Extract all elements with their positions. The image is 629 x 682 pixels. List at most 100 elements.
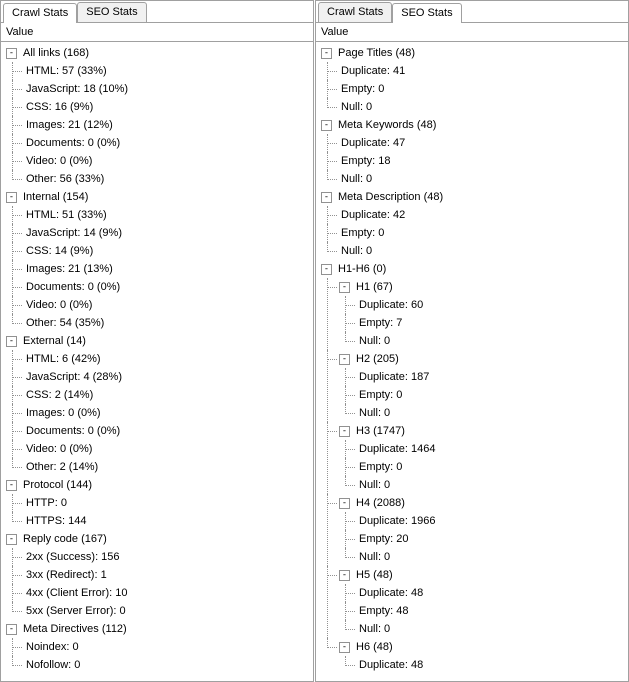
tree-row[interactable]: 2xx (Success): 156 — [24, 548, 313, 566]
tree-row[interactable]: 5xx (Server Error): 0 — [24, 602, 313, 620]
tree-row[interactable]: Null: 0 — [357, 548, 628, 566]
tree-label: Documents: 0 (0%) — [24, 281, 120, 293]
tree-row[interactable]: HTTPS: 144 — [24, 512, 313, 530]
tree-row[interactable]: -Reply code (167) — [6, 530, 313, 548]
tree-row[interactable]: -External (14) — [6, 332, 313, 350]
tree-row[interactable]: CSS: 2 (14%) — [24, 386, 313, 404]
tree-row[interactable]: Empty: 0 — [357, 458, 628, 476]
collapse-icon[interactable]: - — [321, 48, 332, 59]
tree-row[interactable]: Duplicate: 187 — [357, 368, 628, 386]
tree-row[interactable]: Images: 21 (13%) — [24, 260, 313, 278]
collapse-icon[interactable]: - — [339, 426, 350, 437]
collapse-icon[interactable]: - — [321, 264, 332, 275]
collapse-icon[interactable]: - — [6, 624, 17, 635]
tree-row[interactable]: 4xx (Client Error): 10 — [24, 584, 313, 602]
tree-node: Empty: 0 — [339, 386, 628, 404]
tree-row[interactable]: Images: 0 (0%) — [24, 404, 313, 422]
collapse-icon[interactable]: - — [6, 48, 17, 59]
tree-row[interactable]: -H1-H6 (0) — [321, 260, 628, 278]
tree-row[interactable]: JavaScript: 4 (28%) — [24, 368, 313, 386]
tree-row[interactable]: -H3 (1747) — [339, 422, 628, 440]
tree-row[interactable]: Duplicate: 1966 — [357, 512, 628, 530]
tree-scroll[interactable]: -All links (168)HTML: 57 (33%)JavaScript… — [1, 42, 313, 681]
tree-row[interactable]: HTML: 51 (33%) — [24, 206, 313, 224]
tree-row[interactable]: -Protocol (144) — [6, 476, 313, 494]
collapse-icon[interactable]: - — [6, 336, 17, 347]
tree-row[interactable]: -Meta Description (48) — [321, 188, 628, 206]
tree-row[interactable]: Duplicate: 47 — [339, 134, 628, 152]
tree-row[interactable]: CSS: 16 (9%) — [24, 98, 313, 116]
tree-node: -Meta Keywords (48)Duplicate: 47Empty: 1… — [321, 116, 628, 188]
tree-row[interactable]: JavaScript: 18 (10%) — [24, 80, 313, 98]
tree-row[interactable]: JavaScript: 14 (9%) — [24, 224, 313, 242]
tree-row[interactable]: -Meta Keywords (48) — [321, 116, 628, 134]
tree-node: Video: 0 (0%) — [6, 440, 313, 458]
collapse-icon[interactable]: - — [321, 120, 332, 131]
tree-row[interactable]: Empty: 0 — [339, 80, 628, 98]
tree-row[interactable]: Null: 0 — [339, 242, 628, 260]
tree-row[interactable]: Null: 0 — [357, 476, 628, 494]
tree-node: Empty: 0 — [321, 224, 628, 242]
tree-row[interactable]: Empty: 0 — [339, 224, 628, 242]
tree-row[interactable]: Documents: 0 (0%) — [24, 134, 313, 152]
tree-row[interactable]: Other: 56 (33%) — [24, 170, 313, 188]
tree-row[interactable]: Empty: 20 — [357, 530, 628, 548]
tree-row[interactable]: HTML: 6 (42%) — [24, 350, 313, 368]
collapse-icon[interactable]: - — [339, 570, 350, 581]
tree-row[interactable]: Duplicate: 60 — [357, 296, 628, 314]
tree-row[interactable]: Other: 2 (14%) — [24, 458, 313, 476]
tab-seo-stats[interactable]: SEO Stats — [392, 3, 461, 23]
tree-row[interactable]: Duplicate: 1464 — [357, 440, 628, 458]
tab-crawl-stats[interactable]: Crawl Stats — [3, 3, 77, 23]
tree-row[interactable]: Null: 0 — [339, 98, 628, 116]
tab-crawl-stats[interactable]: Crawl Stats — [318, 2, 392, 23]
tree-row[interactable]: -Internal (154) — [6, 188, 313, 206]
tree-row[interactable]: Empty: 48 — [357, 602, 628, 620]
tree-row[interactable]: Other: 54 (35%) — [24, 314, 313, 332]
tree-row[interactable]: Video: 0 (0%) — [24, 152, 313, 170]
tree-row[interactable]: Empty: 18 — [339, 152, 628, 170]
tree-row[interactable]: Null: 0 — [339, 170, 628, 188]
tree-row[interactable]: Documents: 0 (0%) — [24, 422, 313, 440]
tree-row[interactable]: CSS: 14 (9%) — [24, 242, 313, 260]
tree-row[interactable]: Duplicate: 48 — [357, 656, 628, 674]
tree-row[interactable]: Null: 0 — [357, 620, 628, 638]
tree-row[interactable]: 3xx (Redirect): 1 — [24, 566, 313, 584]
tree-row[interactable]: Duplicate: 42 — [339, 206, 628, 224]
tab-seo-stats[interactable]: SEO Stats — [77, 2, 146, 23]
tree-row[interactable]: Documents: 0 (0%) — [24, 278, 313, 296]
tree-row[interactable]: -H6 (48) — [339, 638, 628, 656]
tree-row[interactable]: -H5 (48) — [339, 566, 628, 584]
tree-row[interactable]: Video: 0 (0%) — [24, 440, 313, 458]
collapse-icon[interactable]: - — [6, 534, 17, 545]
tree-row[interactable]: HTTP: 0 — [24, 494, 313, 512]
tree-row[interactable]: Duplicate: 48 — [357, 584, 628, 602]
tree-row[interactable]: Null: 0 — [357, 404, 628, 422]
tree-row[interactable]: Null: 0 — [357, 332, 628, 350]
tree-row[interactable]: Empty: 0 — [357, 386, 628, 404]
tree-row[interactable]: -Page Titles (48) — [321, 44, 628, 62]
tree-label: 5xx (Server Error): 0 — [24, 605, 126, 617]
collapse-icon[interactable]: - — [321, 192, 332, 203]
tree-node: Other: 54 (35%) — [6, 314, 313, 332]
tree-node: -H1-H6 (0)-H1 (67)Duplicate: 60Empty: 7N… — [321, 260, 628, 674]
tree-row[interactable]: Nofollow: 0 — [24, 656, 313, 674]
collapse-icon[interactable]: - — [339, 282, 350, 293]
collapse-icon[interactable]: - — [339, 354, 350, 365]
collapse-icon[interactable]: - — [6, 480, 17, 491]
tree-row[interactable]: Duplicate: 41 — [339, 62, 628, 80]
tree-row[interactable]: HTML: 57 (33%) — [24, 62, 313, 80]
tree-row[interactable]: -H4 (2088) — [339, 494, 628, 512]
tree-row[interactable]: Images: 21 (12%) — [24, 116, 313, 134]
tree-row[interactable]: -All links (168) — [6, 44, 313, 62]
collapse-icon[interactable]: - — [339, 642, 350, 653]
tree-scroll[interactable]: -Page Titles (48)Duplicate: 41Empty: 0Nu… — [316, 42, 628, 681]
collapse-icon[interactable]: - — [339, 498, 350, 509]
collapse-icon[interactable]: - — [6, 192, 17, 203]
tree-row[interactable]: -Meta Directives (112) — [6, 620, 313, 638]
tree-row[interactable]: -H2 (205) — [339, 350, 628, 368]
tree-row[interactable]: -H1 (67) — [339, 278, 628, 296]
tree-row[interactable]: Noindex: 0 — [24, 638, 313, 656]
tree-row[interactable]: Video: 0 (0%) — [24, 296, 313, 314]
tree-row[interactable]: Empty: 7 — [357, 314, 628, 332]
